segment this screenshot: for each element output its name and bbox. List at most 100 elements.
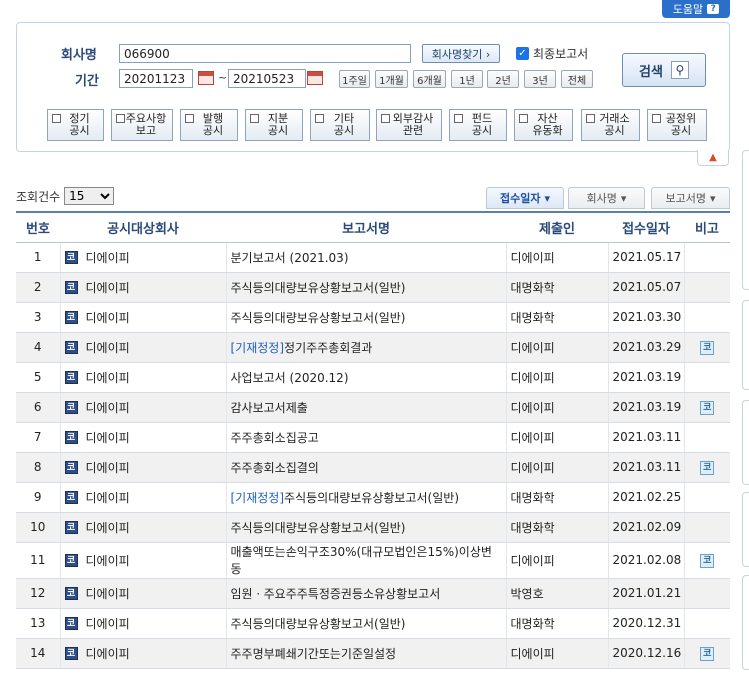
table-row[interactable]: 2 코 디에이피 주식등의대량보유상황보고서(일반) 대명화학 2021.05.07 <box>16 272 730 303</box>
category-major[interactable]: 주요사항 보고 <box>111 109 173 141</box>
row-no: 11 <box>16 542 60 579</box>
row-no: 10 <box>16 512 60 543</box>
sort-by-report-button[interactable]: 보고서명 ▾ <box>651 187 730 209</box>
report-link[interactable]: 주식등의대량보유상황보고서(일반) <box>231 617 406 631</box>
header-company: 공시대상회사 <box>60 211 226 243</box>
table-row[interactable]: 1 코 디에이피 분기보고서 (2021.03) 디에이피 2021.05.17 <box>16 242 730 273</box>
kospi-note-icon[interactable]: 코 <box>700 341 715 355</box>
kospi-note-icon[interactable]: 코 <box>700 401 715 415</box>
row-date: 2021.02.25 <box>607 482 684 513</box>
category-regular[interactable]: 정기 공시 <box>47 109 104 141</box>
final-report-checkbox[interactable]: ✓ 최종보고서 <box>516 45 588 62</box>
period-6month-button[interactable]: 6개월 <box>413 70 446 88</box>
company-link[interactable]: 디에이피 <box>86 645 130 662</box>
checkbox-icon <box>586 114 595 123</box>
category-other[interactable]: 기타 공시 <box>310 109 370 141</box>
table-row[interactable]: 11 코 디에이피 매출액또는손익구조30%(대규모법인은15%)이상변동 디에이피 20… <box>16 542 730 579</box>
report-link[interactable]: 주주총회소집결의 <box>231 461 319 475</box>
table-row[interactable]: 3 코 디에이피 주식등의대량보유상황보고서(일반) 대명화학 2021.03.30 <box>16 302 730 333</box>
company-link[interactable]: 디에이피 <box>86 399 130 416</box>
category-fund[interactable]: 펀드 공시 <box>449 109 507 141</box>
row-submitter: 디에이피 <box>505 422 608 453</box>
table-row[interactable]: 13 코 디에이피 주식등의대량보유상황보고서(일반) 대명화학 2020.12.31 <box>16 608 730 639</box>
report-link[interactable]: 임원ㆍ주요주주특정증권등소유상황보고서 <box>231 587 441 601</box>
table-header: 번호 공시대상회사 보고서명 제출인 접수일자 비고 <box>16 211 730 243</box>
sort-by-date-button[interactable]: 접수일자 ▾ <box>486 187 564 209</box>
company-link[interactable]: 디에이피 <box>86 585 130 602</box>
report-link[interactable]: 주식등의대량보유상황보고서(일반) <box>231 281 406 295</box>
date-to-input[interactable] <box>228 69 306 88</box>
row-note <box>683 302 730 333</box>
report-link[interactable]: 정기주주총회결과 <box>284 341 372 355</box>
table-row[interactable]: 9 코 디에이피 [기재정정]주식등의대량보유상황보고서(일반) 대명화학 2021.02… <box>16 482 730 513</box>
table-row[interactable]: 4 코 디에이피 [기재정정]정기주주총회결과 디에이피 2021.03.29 코 <box>16 332 730 363</box>
amend-tag: [기재정정] <box>230 340 285 355</box>
period-1year-button[interactable]: 1년 <box>451 70 483 88</box>
period-all-button[interactable]: 전체 <box>561 70 593 88</box>
collapse-button[interactable]: ▲ <box>697 150 729 166</box>
find-company-button[interactable]: 회사명찾기 › <box>422 44 500 63</box>
company-link[interactable]: 디에이피 <box>86 309 130 326</box>
company-link[interactable]: 디에이피 <box>86 489 130 506</box>
category-issue[interactable]: 발행 공시 <box>180 109 238 141</box>
calendar-icon[interactable] <box>307 71 323 85</box>
kospi-note-icon[interactable]: 코 <box>700 647 715 661</box>
company-input[interactable] <box>119 44 411 63</box>
kospi-market-icon: 코 <box>64 250 78 264</box>
company-link[interactable]: 디에이피 <box>86 615 130 632</box>
period-2year-button[interactable]: 2년 <box>487 70 519 88</box>
company-link[interactable]: 디에이피 <box>86 339 130 356</box>
category-audit[interactable]: 외부감사 관련 <box>376 109 442 141</box>
report-link[interactable]: 분기보고서 (2021.03) <box>231 251 349 265</box>
company-link[interactable]: 디에이피 <box>86 519 130 536</box>
row-date: 2021.03.11 <box>607 452 684 483</box>
table-row[interactable]: 5 코 디에이피 사업보고서 (2020.12) 디에이피 2021.03.19 <box>16 362 730 393</box>
report-link[interactable]: 주식등의대량보유상황보고서(일반) <box>231 521 406 535</box>
search-button[interactable]: 검색 ⚲ <box>622 53 706 87</box>
row-report-cell: 주식등의대량보유상황보고서(일반) <box>225 608 506 639</box>
table-row[interactable]: 6 코 디에이피 감사보고서제출 디에이피 2021.03.19 코 <box>16 392 730 423</box>
calendar-icon[interactable] <box>198 71 214 85</box>
report-link[interactable]: 주주총회소집공고 <box>231 431 319 445</box>
period-1month-button[interactable]: 1개월 <box>375 70 408 88</box>
report-link[interactable]: 매출액또는손익구조30%(대규모법인은15%)이상변동 <box>231 545 492 576</box>
category-equity[interactable]: 지분 공시 <box>245 109 303 141</box>
row-submitter: 대명화학 <box>505 482 608 513</box>
period-1week-button[interactable]: 1주일 <box>339 70 370 88</box>
company-link[interactable]: 디에이피 <box>86 369 130 386</box>
final-report-label: 최종보고서 <box>533 47 589 61</box>
category-ftc[interactable]: 공정위 공시 <box>647 109 707 141</box>
kospi-note-icon[interactable]: 코 <box>700 554 715 568</box>
row-no: 14 <box>16 638 60 669</box>
report-link[interactable]: 사업보고서 (2020.12) <box>231 371 349 385</box>
row-company-cell: 코 디에이피 <box>59 302 226 333</box>
row-note <box>683 272 730 303</box>
company-link[interactable]: 디에이피 <box>86 552 130 569</box>
report-link[interactable]: 주주명부폐쇄기간또는기준일설정 <box>231 647 397 661</box>
date-from-input[interactable] <box>119 69 193 88</box>
table-row[interactable]: 10 코 디에이피 주식등의대량보유상황보고서(일반) 대명화학 2021.02.09 <box>16 512 730 543</box>
period-3year-button[interactable]: 3년 <box>524 70 556 88</box>
company-link[interactable]: 디에이피 <box>86 249 130 266</box>
question-icon: ? <box>707 4 720 14</box>
company-link[interactable]: 디에이피 <box>86 459 130 476</box>
report-link[interactable]: 감사보고서제출 <box>231 401 308 415</box>
row-count-select[interactable]: 15 <box>64 187 115 205</box>
row-report-cell: [기재정정]주식등의대량보유상황보고서(일반) <box>225 482 506 513</box>
table-row[interactable]: 12 코 디에이피 임원ㆍ주요주주특정증권등소유상황보고서 박영호 2021.01.21 <box>16 578 730 609</box>
table-row[interactable]: 14 코 디에이피 주주명부폐쇄기간또는기준일설정 디에이피 2020.12.16 코 <box>16 638 730 669</box>
row-no: 6 <box>16 392 60 423</box>
row-note <box>683 422 730 453</box>
sort-by-company-button[interactable]: 회사명 ▾ <box>568 187 645 209</box>
category-abs[interactable]: 자산 유동화 <box>514 109 573 141</box>
report-link[interactable]: 주식등의대량보유상황보고서(일반) <box>231 311 406 325</box>
table-row[interactable]: 7 코 디에이피 주주총회소집공고 디에이피 2021.03.11 <box>16 422 730 453</box>
help-button[interactable]: 도움말 ? <box>662 0 730 18</box>
kospi-note-icon[interactable]: 코 <box>700 461 715 475</box>
table-row[interactable]: 8 코 디에이피 주주총회소집결의 디에이피 2021.03.11 코 <box>16 452 730 483</box>
report-link[interactable]: 주식등의대량보유상황보고서(일반) <box>284 491 459 505</box>
category-exchange[interactable]: 거래소 공시 <box>581 109 640 141</box>
company-link[interactable]: 디에이피 <box>86 279 130 296</box>
header-date: 접수일자 <box>608 211 684 243</box>
company-link[interactable]: 디에이피 <box>86 429 130 446</box>
